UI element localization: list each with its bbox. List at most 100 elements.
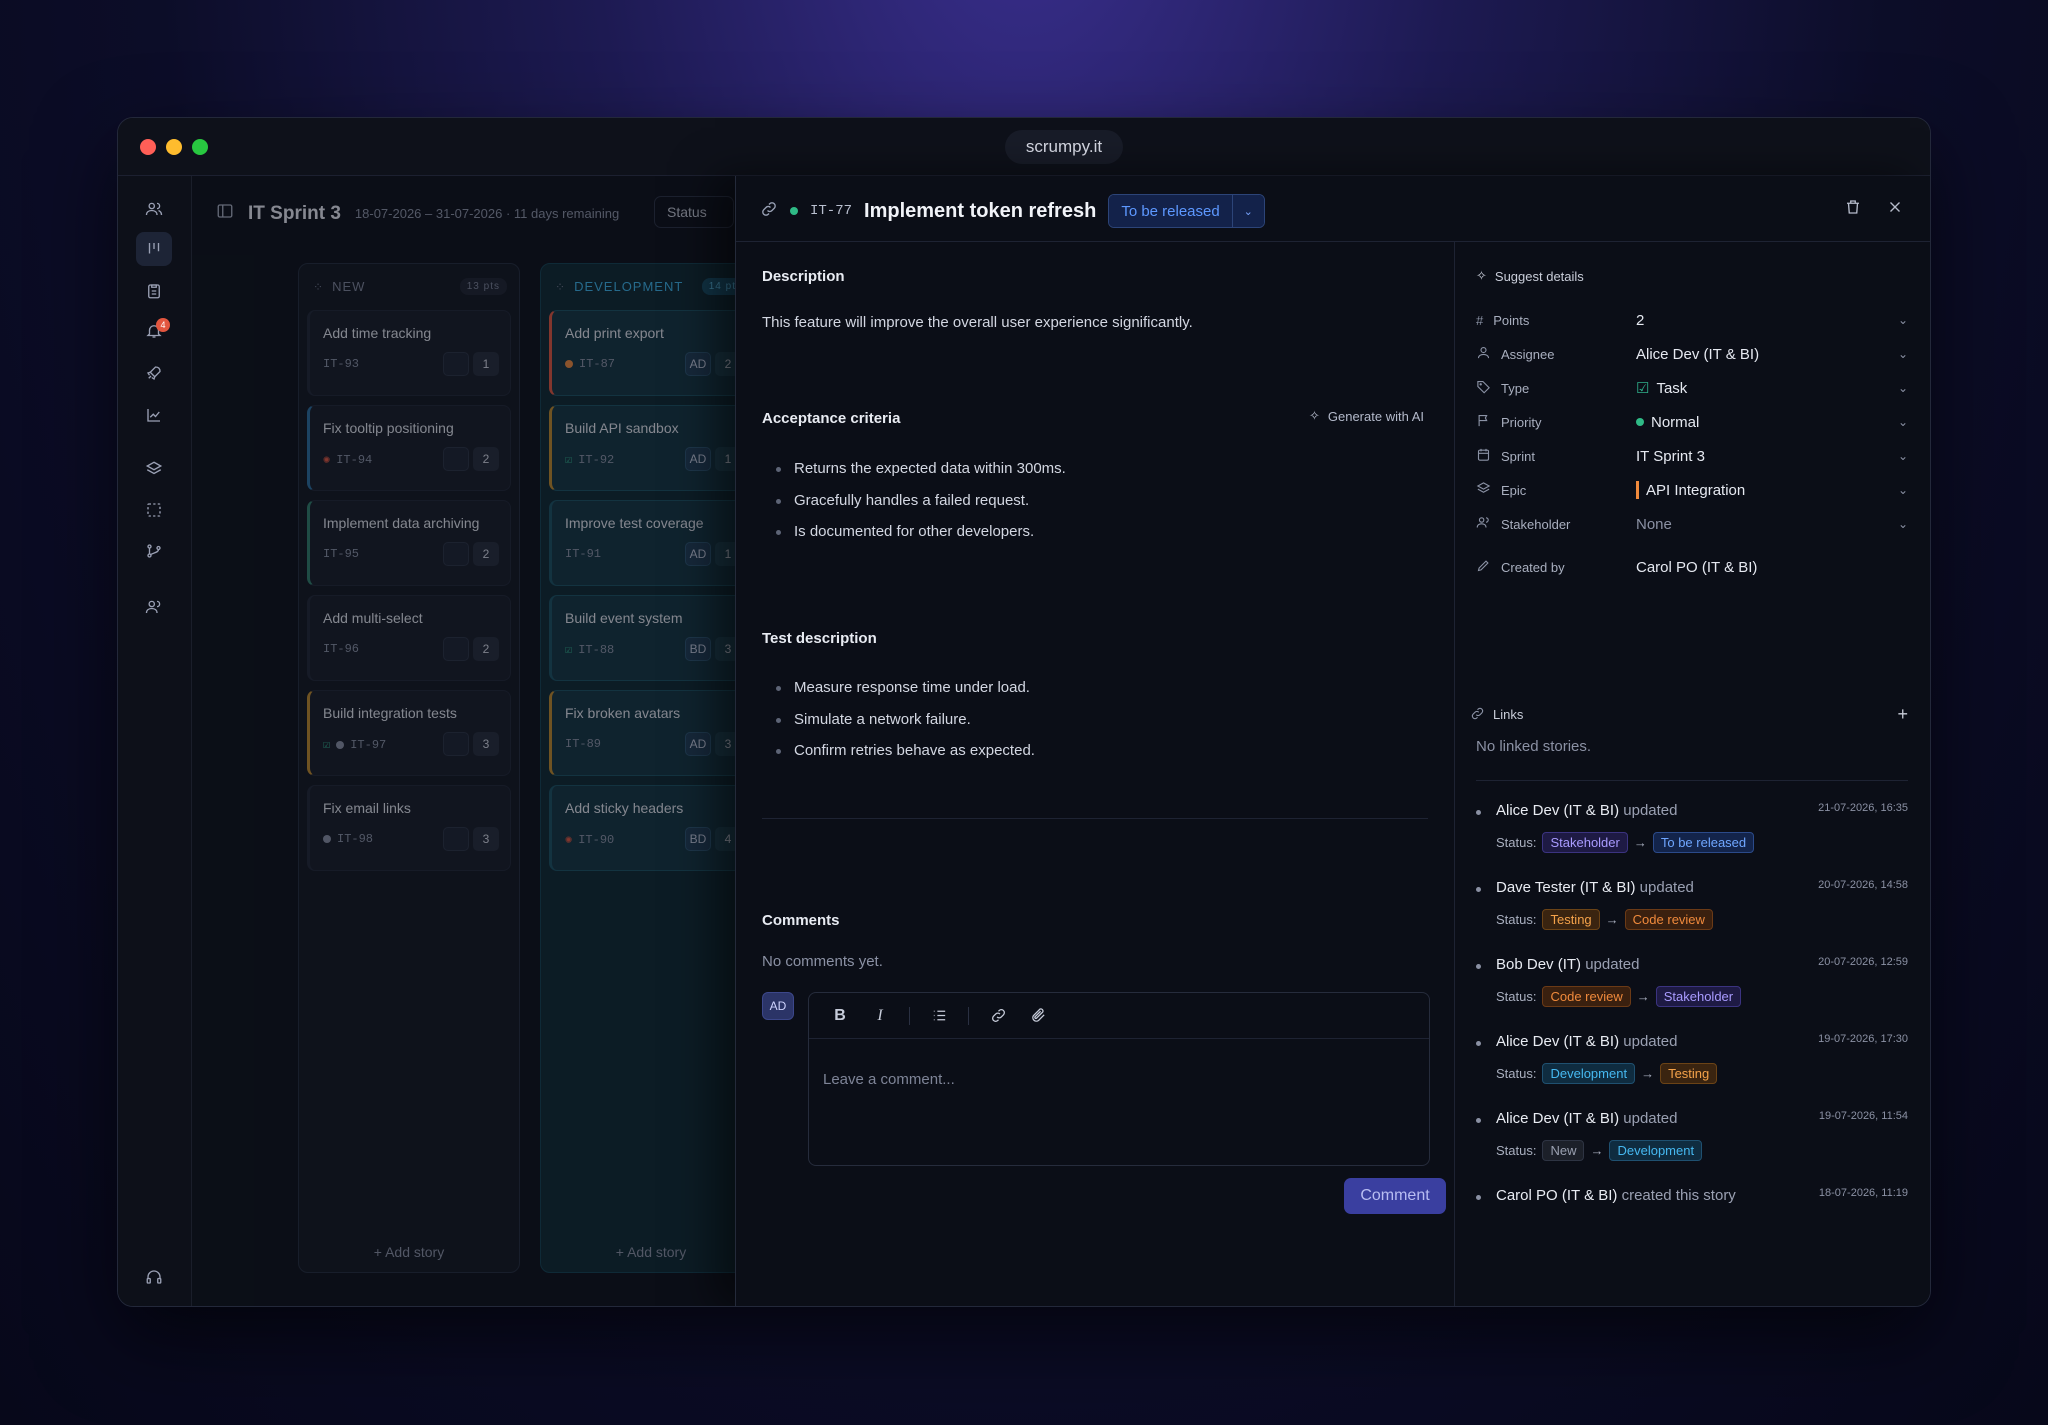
card-avatar: AD [685, 732, 711, 756]
card-title: Build integration tests [323, 705, 457, 721]
people-icon[interactable] [136, 192, 172, 226]
italic-icon[interactable]: I [861, 997, 899, 1035]
card-avatar [443, 542, 469, 566]
story-card[interactable]: Add print export IT-87 AD 2 [549, 310, 753, 396]
field-points[interactable]: # Points 2 ⌄ [1476, 305, 1908, 335]
board-icon[interactable] [136, 232, 172, 266]
url-pill: scrumpy.it [1005, 130, 1123, 164]
chevron-down-icon[interactable]: ⌄ [1898, 313, 1908, 327]
chevron-down-icon[interactable]: ⌄ [1231, 195, 1264, 227]
test-list: Measure response time under load. Simula… [770, 679, 1035, 774]
drag-handle-icon[interactable]: ⁘ [555, 280, 566, 294]
card-avatar [443, 447, 469, 471]
commenter-avatar: AD [762, 992, 794, 1020]
card-avatar: AD [685, 447, 711, 471]
add-story-button[interactable]: + Add story [299, 1244, 519, 1260]
divider [1476, 780, 1908, 781]
field-assignee[interactable]: Assignee Alice Dev (IT & BI) ⌄ [1476, 339, 1908, 369]
task-icon: ☑ [565, 453, 573, 467]
field-stakeholder[interactable]: Stakeholder None ⌄ [1476, 509, 1908, 539]
story-card[interactable]: Fix broken avatars IT-89 AD 3 [549, 690, 753, 776]
link-icon[interactable] [979, 997, 1017, 1035]
chevron-down-icon[interactable]: ⌄ [1898, 347, 1908, 361]
bold-icon[interactable]: B [821, 997, 859, 1035]
team-icon[interactable] [136, 590, 172, 624]
priority-dot [565, 360, 573, 368]
drag-handle-icon[interactable]: ⁘ [313, 280, 324, 294]
acceptance-heading: Acceptance criteria [762, 410, 901, 427]
card-key: IT-89 [565, 737, 602, 751]
status-dot [790, 207, 798, 215]
generate-ai-button[interactable]: ✧ Generate with AI [1309, 408, 1424, 424]
flag-icon [1476, 413, 1491, 431]
story-card[interactable]: Build integration tests ☑ IT-97 3 [307, 690, 511, 776]
bell-icon[interactable]: 4 [136, 314, 172, 348]
headset-icon[interactable] [136, 1260, 172, 1294]
status-value[interactable]: To be released [1109, 195, 1232, 227]
chevron-down-icon[interactable]: ⌄ [1898, 517, 1908, 531]
field-epic[interactable]: Epic API Integration ⌄ [1476, 475, 1908, 505]
field-created-by: Created by Carol PO (IT & BI) [1476, 552, 1908, 582]
card-avatar: AD [685, 352, 711, 376]
card-title: Build API sandbox [565, 420, 679, 436]
maximize-window-button[interactable] [192, 139, 208, 155]
comment-button[interactable]: Comment [1344, 1178, 1446, 1214]
story-card[interactable]: Build API sandbox ☑ IT-92 AD 1 [549, 405, 753, 491]
list-item: Simulate a network failure. [770, 711, 1035, 743]
select-icon[interactable] [136, 493, 172, 527]
user-icon [1476, 345, 1491, 363]
card-key: IT-92 [578, 452, 615, 467]
list-icon[interactable] [920, 997, 958, 1035]
add-story-button[interactable]: + Add story [541, 1244, 761, 1260]
story-card[interactable]: Fix tooltip positioning ✺ IT-94 2 [307, 405, 511, 491]
chevron-down-icon[interactable]: ⌄ [1898, 449, 1908, 463]
comment-editor[interactable]: B I Leave a comment... [808, 992, 1430, 1166]
chart-icon[interactable] [136, 398, 172, 432]
branch-icon[interactable] [136, 534, 172, 568]
column-new: ⁘ NEW 13 pts Add time tracking IT-93 1 Fix t… [298, 263, 520, 1273]
acceptance-list: Returns the expected data within 300ms. … [770, 460, 1066, 555]
link-icon [1470, 706, 1485, 724]
suggest-details-button[interactable]: ✧ Suggest details [1476, 268, 1584, 284]
description-text[interactable]: This feature will improve the overall us… [762, 314, 1193, 331]
clipboard-icon[interactable] [136, 274, 172, 308]
field-type[interactable]: Type ☑ Task ⌄ [1476, 373, 1908, 403]
sidebar-toggle-icon[interactable] [216, 202, 234, 225]
chevron-down-icon[interactable]: ⌄ [1898, 381, 1908, 395]
minimize-window-button[interactable] [166, 139, 182, 155]
card-key: IT-97 [350, 737, 387, 752]
card-title: Add time tracking [323, 325, 432, 341]
comment-input[interactable]: Leave a comment... [823, 1071, 955, 1088]
card-avatar [443, 637, 469, 661]
app-window: scrumpy.it 4 AD IT Sprint 3 18-07-2026 –… [117, 117, 1931, 1307]
chevron-down-icon[interactable]: ⌄ [1898, 483, 1908, 497]
story-card[interactable]: Improve test coverage IT-91 AD 1 [549, 500, 753, 586]
layers-icon[interactable] [136, 452, 172, 486]
layers-icon [1476, 481, 1491, 499]
close-icon[interactable] [1886, 198, 1904, 221]
paperclip-icon[interactable] [1019, 997, 1057, 1035]
field-priority[interactable]: Priority Normal ⌄ [1476, 407, 1908, 437]
trash-icon[interactable] [1844, 198, 1862, 221]
story-card[interactable]: Implement data archiving IT-95 2 [307, 500, 511, 586]
story-card[interactable]: Build event system ☑ IT-88 BD 3 [549, 595, 753, 681]
rocket-icon[interactable] [136, 356, 172, 390]
column-points: 13 pts [459, 278, 507, 295]
field-sprint[interactable]: Sprint IT Sprint 3 ⌄ [1476, 441, 1908, 471]
card-key: IT-95 [323, 547, 360, 561]
task-icon: ☑ [565, 643, 573, 657]
story-card[interactable]: Fix email links IT-98 3 [307, 785, 511, 871]
story-title[interactable]: Implement token refresh [864, 200, 1096, 223]
story-detail-panel: IT-77 Implement token refresh To be rele… [735, 176, 1930, 1306]
status-filter-button[interactable]: Status [654, 196, 734, 228]
link-icon[interactable] [760, 200, 778, 223]
add-link-icon[interactable]: + [1897, 704, 1908, 725]
story-card[interactable]: Add sticky headers ✺ IT-90 BD 4 [549, 785, 753, 871]
story-card[interactable]: Add time tracking IT-93 1 [307, 310, 511, 396]
chevron-down-icon[interactable]: ⌄ [1898, 415, 1908, 429]
close-window-button[interactable] [140, 139, 156, 155]
story-card[interactable]: Add multi-select IT-96 2 [307, 595, 511, 681]
epic-color-bar [1636, 481, 1639, 499]
status-dropdown[interactable]: To be released ⌄ [1108, 194, 1265, 228]
card-avatar: AD [685, 542, 711, 566]
